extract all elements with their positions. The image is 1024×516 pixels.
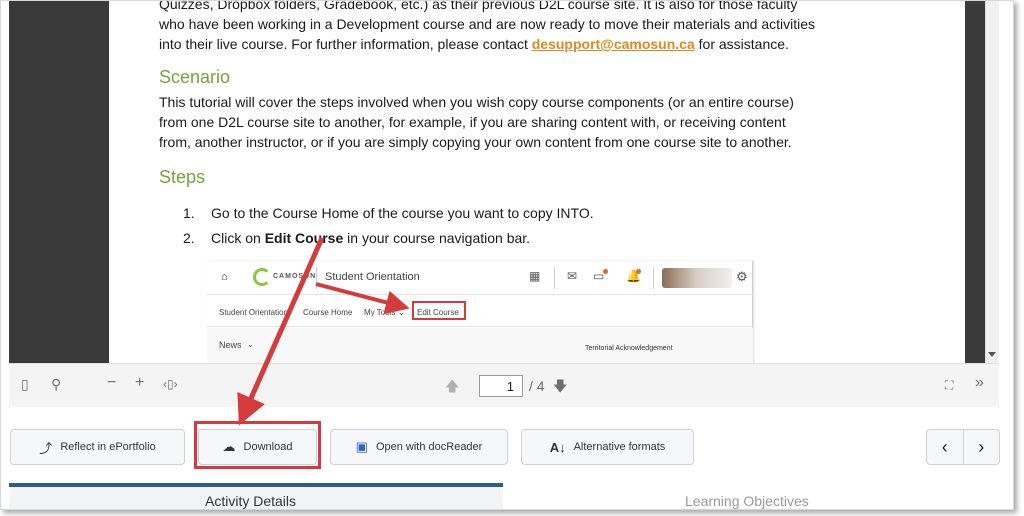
next-page-arrow-icon[interactable]: 🡇: [553, 376, 567, 400]
docreader-icon: ▣: [355, 439, 368, 454]
page-total: / 4: [529, 378, 545, 394]
intro-line-3: into their live course. For further info…: [159, 35, 859, 54]
download-highlight-box: [194, 421, 321, 469]
reflect-in-eportfolio-button[interactable]: ⤴ Reflect in ePortfolio: [10, 429, 185, 465]
zoom-in-icon[interactable]: +: [135, 374, 144, 392]
step-2-text: Click on: [211, 230, 265, 246]
viewer-background: [9, 1, 109, 363]
viewer-toolbar: ▯ ⚲ − + ‹▯› 🡅 1 / 4 🡇 ⛶ »: [9, 363, 999, 407]
notification-dot: [636, 269, 641, 274]
fullscreen-icon[interactable]: ⛶: [945, 378, 953, 393]
divider: [316, 267, 317, 289]
nav-course-home: Course Home: [303, 308, 353, 317]
step-2-suffix: in your course navigation bar.: [343, 230, 531, 246]
reflect-label: Reflect in ePortfolio: [60, 441, 156, 453]
embedded-header: ⌂ CAMOSUN Student Orientation ▦ ✉ ▭ 🔔 ⚙: [207, 261, 753, 295]
step-2: 2. Click on Edit Course in your course na…: [183, 230, 530, 246]
embedded-content-row: News ⌄ Territorial Acknowledgement: [207, 328, 753, 363]
tab-activity-details-label: Activity Details: [205, 493, 297, 509]
divider: [653, 267, 654, 289]
step-2-bold: Edit Course: [264, 230, 344, 246]
chevron-down-icon: ⌄: [398, 308, 405, 317]
intro-line-1: Quizzes, Dropbox folders, Gradebook, etc…: [159, 1, 798, 12]
embedded-course-nav: Student Orientation Course Home My Tools…: [207, 297, 753, 327]
notification-dot: [603, 269, 608, 274]
nav-student-orientation: Student Orientation: [219, 308, 288, 317]
step-2-number: 2.: [183, 230, 195, 246]
zoom-out-icon[interactable]: −: [107, 374, 116, 392]
intro-suffix: for assistance.: [694, 36, 789, 52]
scroll-down-arrow-icon[interactable]: [988, 352, 996, 357]
search-icon[interactable]: ⚲: [51, 376, 61, 393]
camosun-logo-icon: [253, 268, 271, 286]
open-docreader-label: Open with docReader: [375, 441, 483, 453]
more-tools-double-chevron-icon[interactable]: »: [975, 374, 984, 392]
steps-heading: Steps: [159, 167, 206, 187]
chevron-down-icon: ⌄: [247, 340, 254, 349]
intro-line-2: who have been working in a Development c…: [159, 16, 816, 32]
previous-chevron-icon[interactable]: ‹: [927, 430, 963, 464]
fit-width-icon[interactable]: ‹▯›: [163, 377, 178, 391]
news-label: News: [219, 340, 242, 350]
scenario-line-1: This tutorial will cover the steps invol…: [159, 94, 794, 110]
territorial-acknowledgement: Territorial Acknowledgement: [585, 345, 673, 352]
alternative-formats-icon: A↓: [549, 439, 566, 455]
step-1: 1. Go to the Course Home of the course yo…: [183, 205, 594, 221]
mail-icon: ✉: [567, 269, 578, 283]
open-with-docreader-button[interactable]: ▣ Open with docReader: [330, 429, 508, 465]
step-1-text: Go to the Course Home of the course you …: [211, 205, 594, 221]
page-frame: Quizzes, Dropbox folders, Gradebook, etc…: [0, 0, 1014, 510]
embedded-screenshot: ⌂ CAMOSUN Student Orientation ▦ ✉ ▭ 🔔 ⚙: [207, 261, 753, 363]
scenario-heading: Scenario: [159, 67, 231, 87]
next-chevron-icon[interactable]: ›: [962, 430, 1000, 464]
alternative-formats-label: Alternative formats: [573, 441, 666, 453]
tab-learning-objectives[interactable]: Learning Objectives: [685, 493, 809, 509]
apps-grid-icon: ▦: [529, 269, 541, 283]
nav-my-tools: My Tools: [364, 308, 396, 317]
settings-gear-icon: ⚙: [736, 269, 748, 284]
alternative-formats-button[interactable]: A↓ Alternative formats: [521, 429, 694, 465]
eportfolio-icon: ⤴: [39, 440, 53, 456]
edit-course-highlight: [412, 301, 466, 320]
item-navigation: ‹ ›: [926, 429, 1000, 465]
document-viewer[interactable]: Quizzes, Dropbox folders, Gradebook, etc…: [9, 1, 999, 363]
course-title: Student Orientation: [325, 271, 420, 283]
sidebar-toggle-icon[interactable]: ▯: [21, 376, 29, 393]
home-icon: ⌂: [221, 271, 228, 283]
scenario-line-3: from, another instructor, or if you are …: [159, 134, 792, 150]
step-1-number: 1.: [183, 205, 195, 221]
divider: [554, 267, 555, 289]
brand-name: CAMOSUN: [273, 273, 317, 280]
user-avatar-blurred: [662, 268, 732, 288]
viewer-scrollbar[interactable]: [985, 1, 999, 363]
previous-page-arrow-icon[interactable]: 🡅: [445, 376, 459, 400]
scenario-line-2: from one D2L course site to another, for…: [159, 114, 786, 130]
pdf-page: Quizzes, Dropbox folders, Gradebook, etc…: [109, 1, 965, 363]
intro-text: into their live course. For further info…: [159, 36, 532, 52]
support-email-link[interactable]: desupport@camosun.ca: [532, 36, 695, 52]
page-number-input[interactable]: 1: [479, 375, 523, 397]
